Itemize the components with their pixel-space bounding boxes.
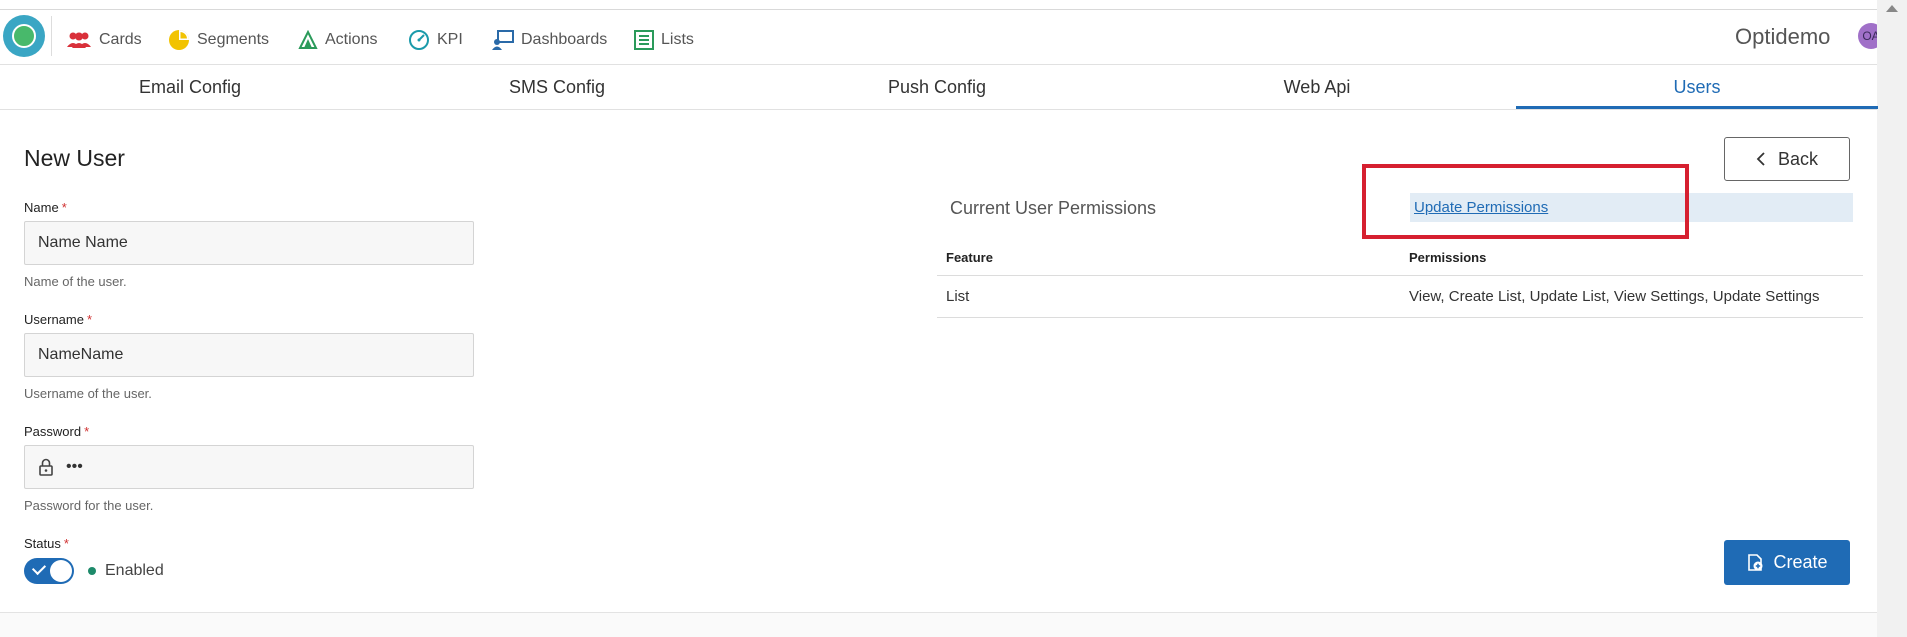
username-field[interactable]: NameName (24, 333, 474, 377)
toggle-knob (50, 560, 72, 582)
list-icon (634, 30, 654, 50)
nav-label-kpi: KPI (437, 31, 463, 48)
scroll-up-arrow-icon[interactable] (1886, 5, 1898, 12)
nav-label-actions: Actions (325, 31, 378, 48)
nav-label-lists: Lists (661, 31, 694, 48)
logo-separator (51, 16, 52, 56)
required-marker: * (86, 312, 93, 327)
permissions-table-header: Feature Permissions (937, 240, 1863, 276)
status-label-text: Status (24, 536, 61, 551)
username-help-text: Username of the user. (24, 386, 152, 401)
check-icon (31, 560, 47, 576)
required-marker: * (61, 200, 67, 215)
top-border-line (0, 9, 1877, 10)
dashboard-icon (492, 30, 514, 50)
name-help-text: Name of the user. (24, 274, 127, 289)
gauge-icon (409, 30, 429, 50)
nav-item-kpi[interactable]: KPI (408, 28, 463, 52)
app-logo[interactable] (3, 15, 45, 57)
sail-icon (298, 30, 318, 49)
back-button-label: Back (1777, 148, 1819, 169)
add-document-icon (1748, 553, 1763, 571)
lock-icon (39, 458, 53, 476)
password-label: Password * (24, 424, 89, 439)
username-label: Username * (24, 312, 92, 327)
password-label-text: Password (24, 424, 82, 439)
status-dot-icon (88, 567, 96, 575)
required-marker: * (84, 424, 90, 439)
table-row: List View, Create List, Update List, Vie… (937, 276, 1863, 318)
password-field[interactable]: ••• (24, 445, 474, 489)
tab-sms-config[interactable]: SMS Config (367, 77, 747, 98)
org-brand-name: Optidemo (1735, 24, 1831, 49)
name-field[interactable]: Name Name (24, 221, 474, 265)
name-field-value: Name Name (38, 234, 128, 251)
page-footer-area (0, 613, 1877, 637)
status-value: Enabled (105, 562, 164, 579)
highlight-annotation-box (1362, 164, 1689, 239)
permissions-title: Current User Permissions (950, 198, 1157, 218)
nav-label-segments: Segments (197, 31, 270, 48)
nav-item-lists[interactable]: Lists (634, 28, 694, 52)
active-tab-indicator (1516, 106, 1878, 109)
pie-chart-icon (169, 30, 189, 50)
tab-email-config[interactable]: Email Config (0, 77, 380, 98)
name-label-text: Name (24, 200, 59, 215)
nav-label-dashboards: Dashboards (521, 31, 608, 48)
feature-cell: List (946, 288, 970, 305)
users-icon (67, 32, 91, 48)
username-field-value: NameName (38, 346, 124, 363)
password-help-text: Password for the user. (24, 498, 154, 513)
name-label: Name * (24, 200, 67, 215)
tab-web-api[interactable]: Web Api (1127, 77, 1507, 98)
username-label-text: Username (24, 312, 84, 327)
create-button[interactable]: Create (1724, 540, 1850, 585)
tab-push-config[interactable]: Push Config (747, 77, 1127, 98)
tab-users[interactable]: Users (1507, 77, 1887, 98)
password-field-value: ••• (66, 458, 83, 475)
page-title: New User (24, 145, 125, 171)
column-header-feature: Feature (946, 250, 993, 265)
status-label: Status * (24, 536, 69, 551)
status-toggle[interactable] (24, 558, 74, 584)
nav-label-cards: Cards (99, 31, 142, 48)
nav-item-actions[interactable]: Actions (298, 28, 377, 52)
nav-item-dashboards[interactable]: Dashboards (492, 28, 607, 52)
required-marker: * (63, 536, 69, 551)
column-header-permissions: Permissions (1409, 250, 1487, 265)
create-button-label: Create (1773, 552, 1828, 572)
permissions-cell: View, Create List, Update List, View Set… (1409, 288, 1820, 305)
nav-item-segments[interactable]: Segments (168, 28, 269, 52)
back-button[interactable]: Back (1724, 137, 1850, 181)
nav-item-cards[interactable]: Cards (66, 28, 142, 52)
chevron-left-icon (1756, 152, 1765, 166)
